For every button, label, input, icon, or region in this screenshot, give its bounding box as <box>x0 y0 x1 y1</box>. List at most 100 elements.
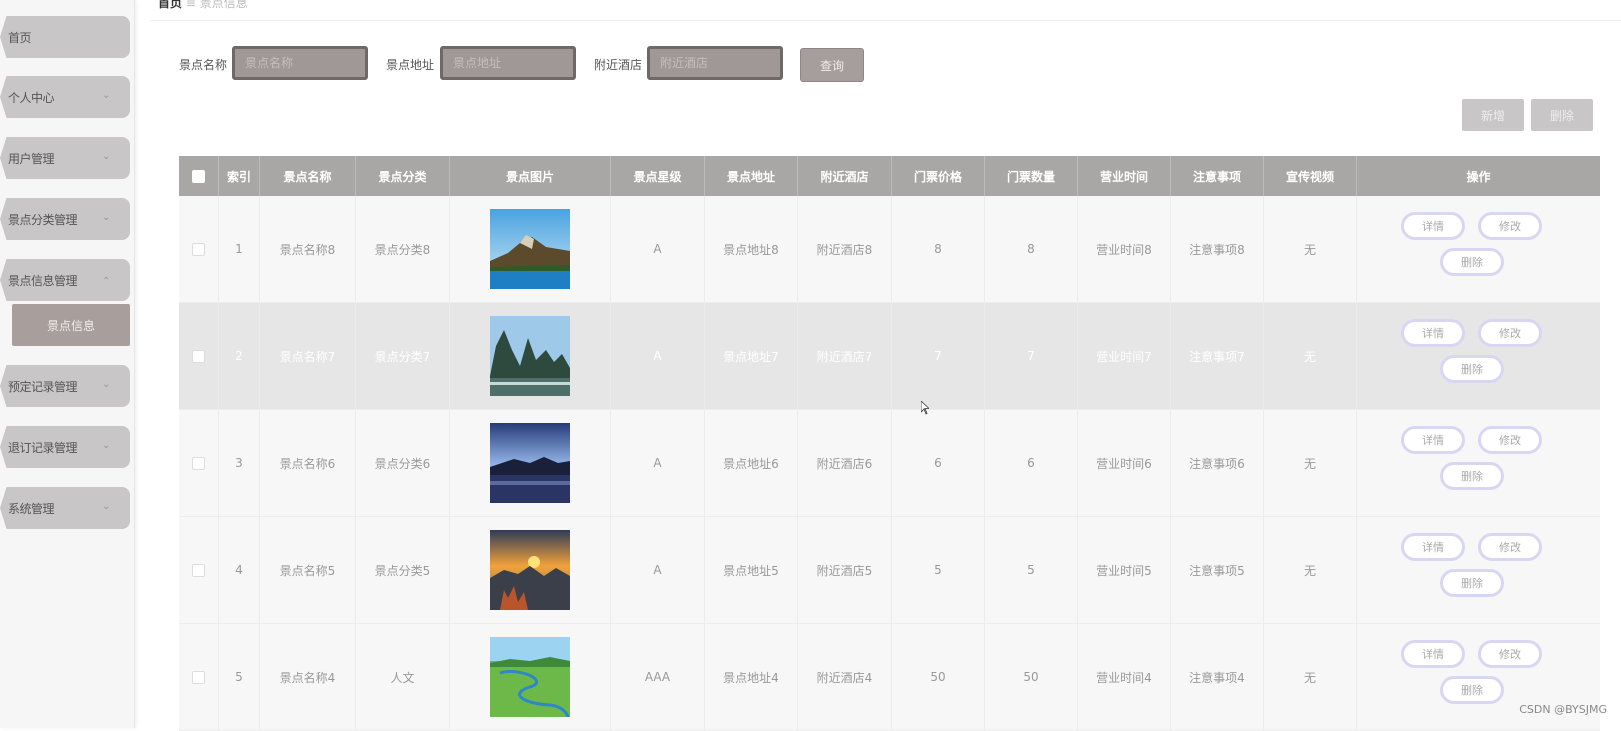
menu-item-system[interactable]: 系统管理 ⌄ <box>0 487 130 529</box>
chevron-up-icon: ⌃ <box>102 276 110 287</box>
cell-hours: 营业时间7 <box>1078 303 1171 409</box>
header-price: 门票价格 <box>892 156 985 196</box>
attraction-thumbnail <box>490 423 570 503</box>
cell-actions: 详情 修改删除 <box>1357 410 1600 516</box>
menu-item-cancellations[interactable]: 退订记录管理 ⌄ <box>0 426 130 468</box>
cell-video: 无 <box>1264 196 1357 302</box>
menu-item-profile[interactable]: 个人中心 ⌄ <box>0 76 130 118</box>
cell-price: 50 <box>892 624 985 730</box>
cell-star: A <box>611 303 705 409</box>
cell-image <box>450 624 611 730</box>
detail-button[interactable]: 详情 <box>1401 319 1465 347</box>
edit-button[interactable]: 修改 <box>1478 426 1542 454</box>
name-label: 景点名称 <box>179 58 228 72</box>
cell-notes: 注意事项7 <box>1171 303 1264 409</box>
bulk-delete-button[interactable]: 删除 <box>1531 99 1593 131</box>
edit-button[interactable]: 修改 <box>1478 319 1542 347</box>
cell-notes: 注意事项8 <box>1171 196 1264 302</box>
detail-button[interactable]: 详情 <box>1401 640 1465 668</box>
submenu-item-attraction-info[interactable]: 景点信息 <box>12 304 130 346</box>
address-search-input[interactable] <box>440 46 576 80</box>
menu-label: 景点分类管理 <box>8 212 78 227</box>
cell-actions: 详情 修改删除 <box>1357 303 1600 409</box>
cell-star: A <box>611 517 705 623</box>
menu-label: 景点信息管理 <box>8 273 78 288</box>
delete-button[interactable]: 删除 <box>1440 676 1504 704</box>
select-all-cell <box>179 156 219 196</box>
cell-address: 景点地址7 <box>705 303 798 409</box>
detail-button[interactable]: 详情 <box>1401 212 1465 240</box>
cell-hours: 营业时间4 <box>1078 624 1171 730</box>
cell-video: 无 <box>1264 303 1357 409</box>
cell-qty: 6 <box>985 410 1078 516</box>
cell-hours: 营业时间8 <box>1078 196 1171 302</box>
table-row: 5 景点名称4 人文 AAA 景点地址4 附近酒店4 50 50 营业时间4 注意事项4 无详情 修改… <box>179 624 1600 731</box>
cell-category: 景点分类6 <box>356 410 450 516</box>
menu-item-home[interactable]: 首页 <box>0 16 130 58</box>
address-label: 景点地址 <box>386 58 435 72</box>
header-video: 宣传视频 <box>1264 156 1357 196</box>
hotel-label: 附近酒店 <box>594 58 643 72</box>
chevron-down-icon: ⌄ <box>102 212 110 223</box>
edit-button[interactable]: 修改 <box>1478 640 1542 668</box>
add-button[interactable]: 新增 <box>1462 99 1524 131</box>
edit-button[interactable]: 修改 <box>1478 533 1542 561</box>
cell-image <box>450 517 611 623</box>
chevron-down-icon: ⌄ <box>102 501 110 512</box>
cell-qty: 50 <box>985 624 1078 730</box>
select-all-checkbox[interactable] <box>192 169 205 183</box>
query-button[interactable]: 查询 <box>800 48 864 82</box>
cell-name: 景点名称7 <box>260 303 356 409</box>
cell-image <box>450 410 611 516</box>
cell-address: 景点地址8 <box>705 196 798 302</box>
attraction-thumbnail <box>490 637 570 717</box>
delete-button[interactable]: 删除 <box>1440 462 1504 490</box>
cell-notes: 注意事项4 <box>1171 624 1264 730</box>
menu-item-category[interactable]: 景点分类管理 ⌄ <box>0 198 130 240</box>
row-checkbox[interactable] <box>192 670 205 684</box>
header-name: 景点名称 <box>260 156 356 196</box>
cell-address: 景点地址5 <box>705 517 798 623</box>
row-checkbox[interactable] <box>192 242 205 256</box>
menu-item-users[interactable]: 用户管理 ⌄ <box>0 137 130 179</box>
cell-star: A <box>611 196 705 302</box>
cell-hours: 营业时间5 <box>1078 517 1171 623</box>
cell-video: 无 <box>1264 410 1357 516</box>
row-checkbox[interactable] <box>192 349 205 363</box>
cell-hotel: 附近酒店4 <box>798 624 892 730</box>
menu-item-attraction-info[interactable]: 景点信息管理 ⌃ <box>0 259 130 301</box>
menu-label: 首页 <box>8 30 32 45</box>
header-index: 索引 <box>219 156 260 196</box>
table-row: 3 景点名称6 景点分类6 A 景点地址6 附近酒店6 6 6 营业时间6 注意事项6 无详情 修改删… <box>179 410 1600 517</box>
detail-button[interactable]: 详情 <box>1401 533 1465 561</box>
delete-button[interactable]: 删除 <box>1440 569 1504 597</box>
menu-label: 退订记录管理 <box>8 440 78 455</box>
row-checkbox[interactable] <box>192 456 205 470</box>
chevron-down-icon: ⌄ <box>102 151 110 162</box>
menu-label: 预定记录管理 <box>8 379 78 394</box>
edit-button[interactable]: 修改 <box>1478 212 1542 240</box>
delete-button[interactable]: 删除 <box>1440 355 1504 383</box>
header-hours: 营业时间 <box>1078 156 1171 196</box>
delete-button[interactable]: 删除 <box>1440 248 1504 276</box>
name-search-input[interactable] <box>232 46 368 80</box>
divider <box>150 20 1621 21</box>
row-checkbox[interactable] <box>192 563 205 577</box>
hotel-search-input[interactable] <box>647 46 783 80</box>
chevron-down-icon: ⌄ <box>102 379 110 390</box>
breadcrumb-home[interactable]: 首页 <box>158 0 182 10</box>
header-hotel: 附近酒店 <box>798 156 892 196</box>
cell-category: 景点分类7 <box>356 303 450 409</box>
cell-index: 3 <box>219 410 260 516</box>
header-image: 景点图片 <box>450 156 611 196</box>
table-row: 2 景点名称7 景点分类7 A 景点地址7 附近酒店7 7 7 营业时间7 注意事项7 无详情 修改删… <box>179 303 1600 410</box>
cell-name: 景点名称4 <box>260 624 356 730</box>
cell-price: 7 <box>892 303 985 409</box>
row-select-cell <box>179 196 219 302</box>
cell-star: A <box>611 410 705 516</box>
breadcrumb: 首页 ≡ 景点信息 <box>158 0 248 11</box>
menu-item-bookings[interactable]: 预定记录管理 ⌄ <box>0 365 130 407</box>
cell-address: 景点地址4 <box>705 624 798 730</box>
detail-button[interactable]: 详情 <box>1401 426 1465 454</box>
cell-star: AAA <box>611 624 705 730</box>
